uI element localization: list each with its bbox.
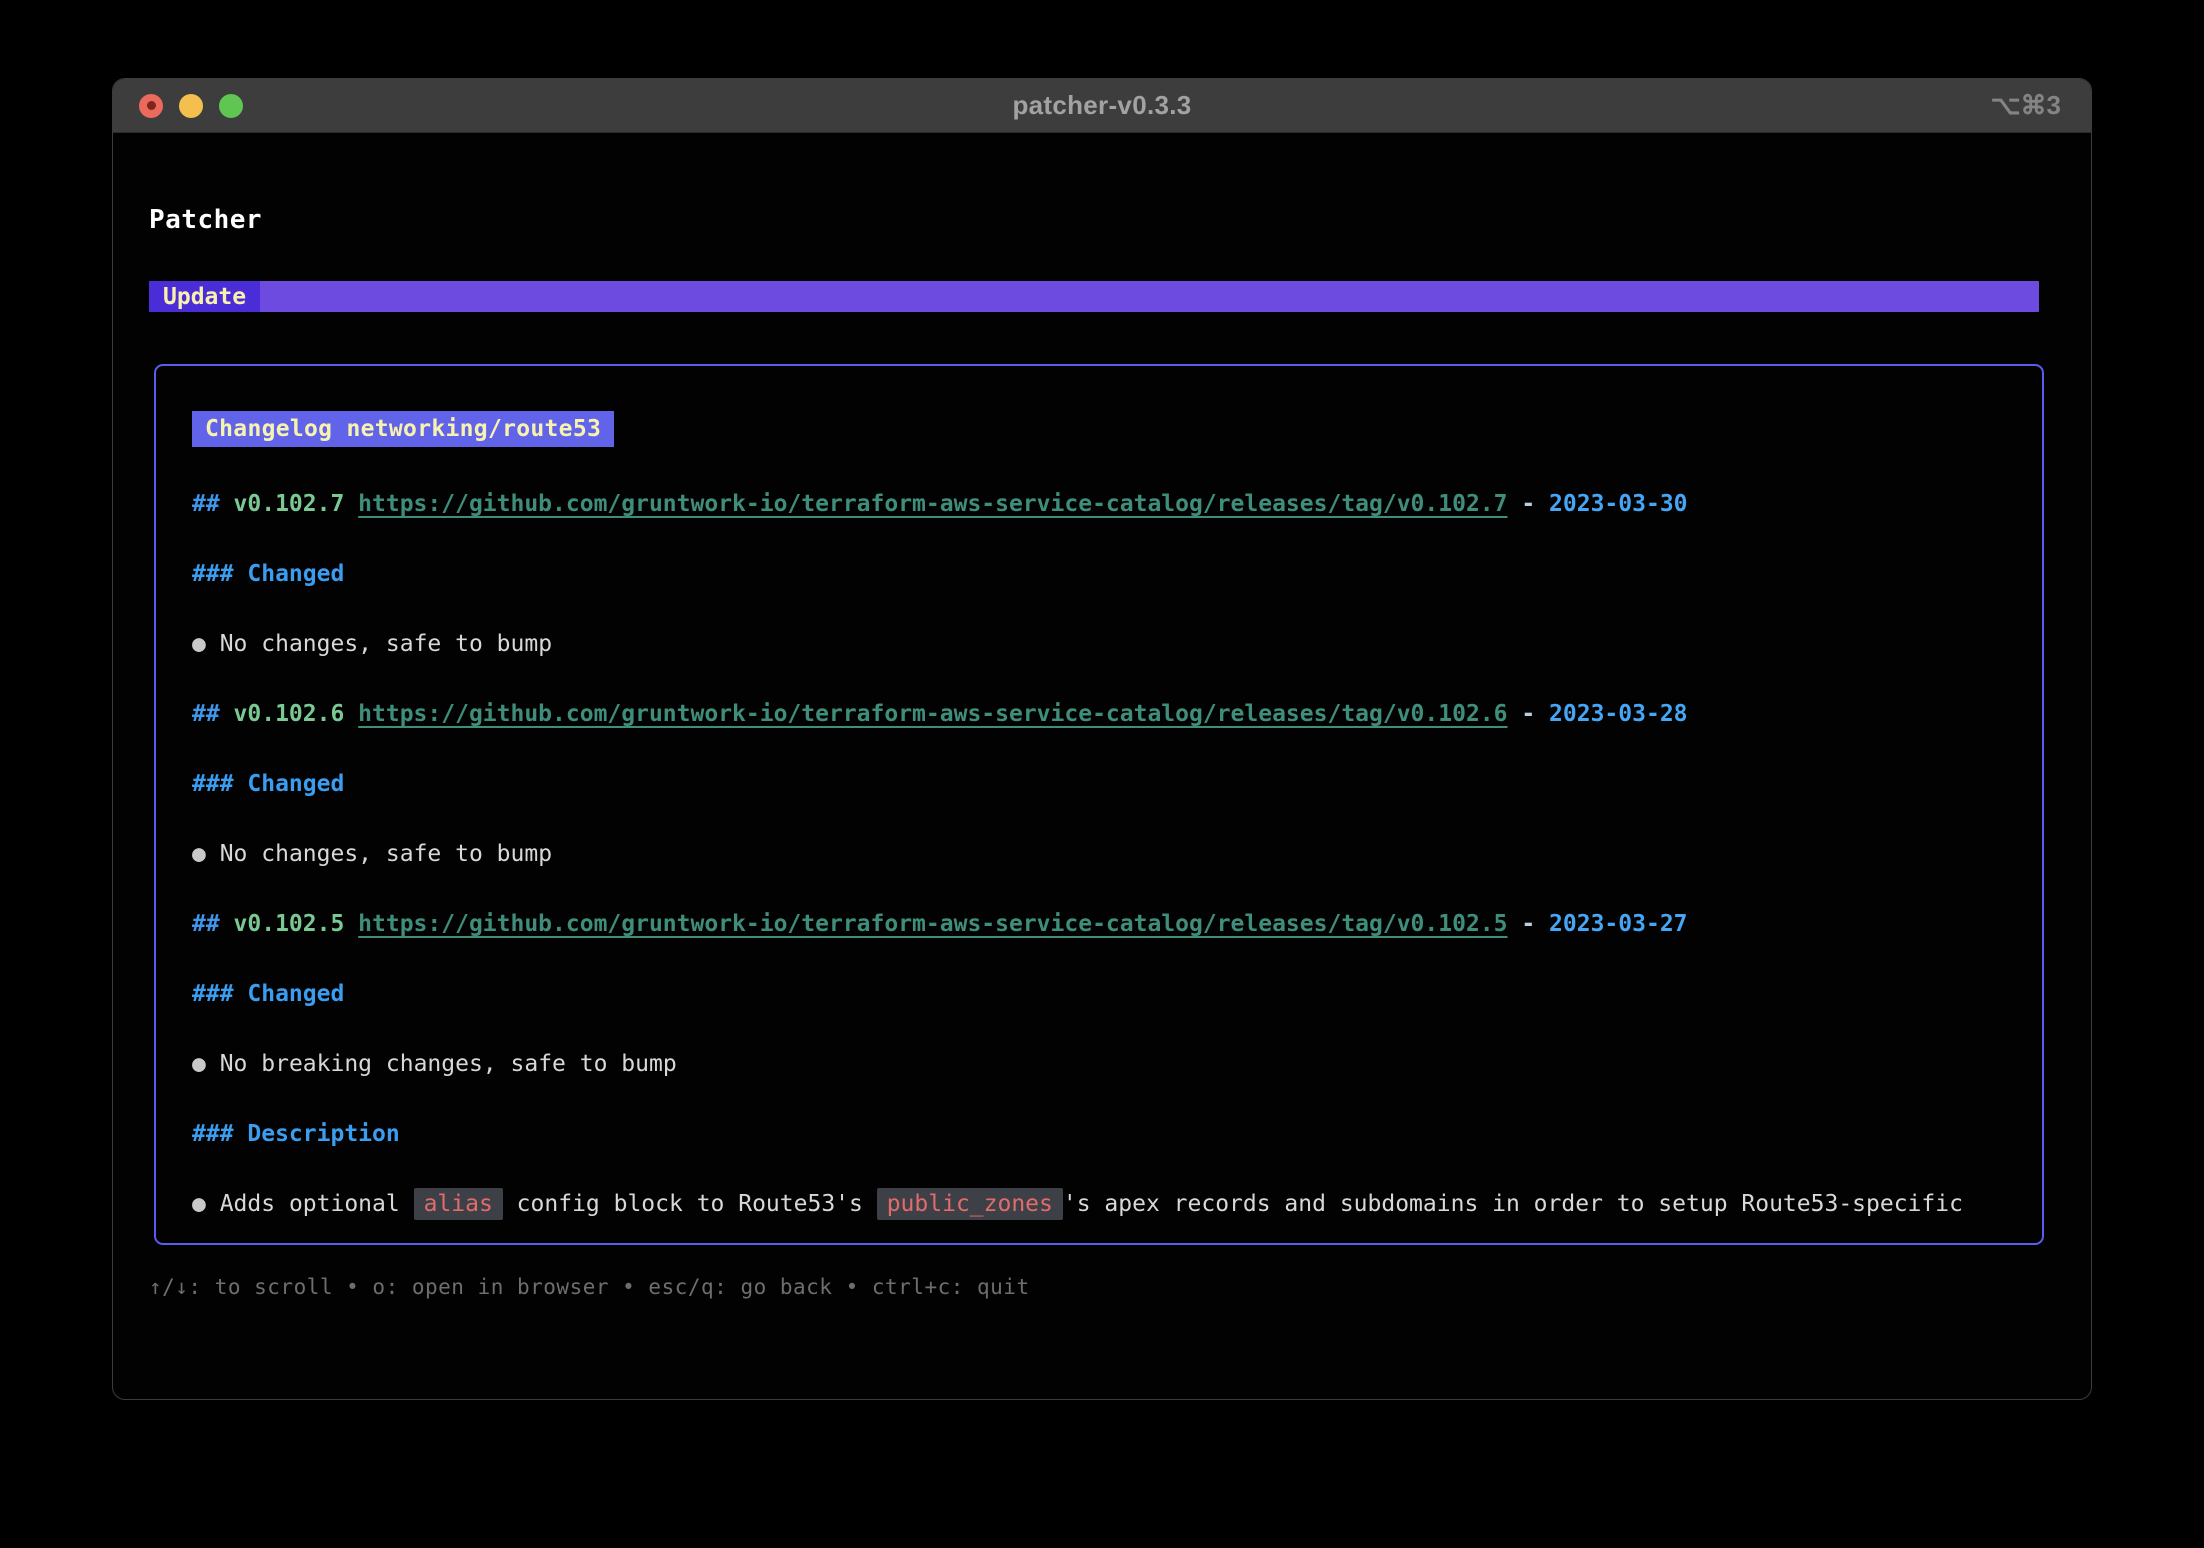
release-heading: ## v0.102.5 https://github.com/gruntwork… [192,911,2006,937]
bullet-icon: ● [192,841,220,867]
section-heading: ### Changed [192,771,2006,797]
release-heading: ## v0.102.6 https://github.com/gruntwork… [192,701,2006,727]
app-heading: Patcher [149,205,2091,235]
changelog-badge: Changelog networking/route53 [192,411,614,447]
bullet-text: config block to Route53's [503,1191,877,1217]
release-date: 2023-03-30 [1549,491,1687,517]
app-window: patcher-v0.3.3 ⌥⌘3 Patcher Update Change… [112,78,2092,1400]
release-date: 2023-03-27 [1549,911,1687,937]
release-link[interactable]: https://github.com/gruntwork-io/terrafor… [358,911,1507,937]
section-heading: ### Changed [192,981,2006,1007]
bullet-text: No breaking changes, safe to bump [220,1051,677,1077]
release-separator: - [1508,491,1550,517]
release-version: v0.102.6 [234,701,359,727]
bullet-text: No changes, safe to bump [220,841,552,867]
minimize-button[interactable] [179,94,203,118]
release-version: v0.102.7 [234,491,359,517]
bullet-line: ● No breaking changes, safe to bump [192,1051,2006,1077]
section-heading: ### Description [192,1121,2006,1147]
window-controls [139,79,243,132]
bullet-line: ● No changes, safe to bump [192,631,2006,657]
release-link[interactable]: https://github.com/gruntwork-io/terrafor… [358,701,1507,727]
tab-bar: Update [149,281,2039,312]
bullet-icon: ● [192,631,220,657]
release-link[interactable]: https://github.com/gruntwork-io/terrafor… [358,491,1507,517]
bullet-icon: ● [192,1051,220,1077]
inline-code: public_zones [877,1188,1063,1220]
md-hash-prefix: ## [192,491,234,517]
bullet-text: 's apex records and subdomains in order … [1063,1191,1963,1217]
title-bar[interactable]: patcher-v0.3.3 ⌥⌘3 [113,79,2091,133]
window-title: patcher-v0.3.3 [1012,90,1191,121]
close-dot-icon [147,101,156,110]
inline-code: alias [414,1188,503,1220]
bullet-line: ● Adds optional alias config block to Ro… [192,1191,2006,1217]
section-heading: ### Changed [192,561,2006,587]
zoom-button[interactable] [219,94,243,118]
bullet-text: Adds optional [220,1191,414,1217]
md-hash-prefix: ## [192,701,234,727]
terminal-content: Patcher Update Changelog networking/rout… [113,205,2091,1299]
release-separator: - [1508,911,1550,937]
tab-update[interactable]: Update [149,281,260,312]
bullet-text: No changes, safe to bump [220,631,552,657]
release-heading: ## v0.102.7 https://github.com/gruntwork… [192,491,2006,517]
window-shortcut: ⌥⌘3 [1991,90,2061,121]
release-separator: - [1508,701,1550,727]
changelog-viewport[interactable]: Changelog networking/route53 ## v0.102.7… [154,364,2044,1245]
release-date: 2023-03-28 [1549,701,1687,727]
close-button[interactable] [139,94,163,118]
release-version: v0.102.5 [234,911,359,937]
bullet-icon: ● [192,1191,220,1217]
bullet-line: ● No changes, safe to bump [192,841,2006,867]
changelog-body: ## v0.102.7 https://github.com/gruntwork… [192,491,2006,1217]
help-bar: ↑/↓: to scroll • o: open in browser • es… [149,1275,2091,1299]
md-hash-prefix: ## [192,911,234,937]
